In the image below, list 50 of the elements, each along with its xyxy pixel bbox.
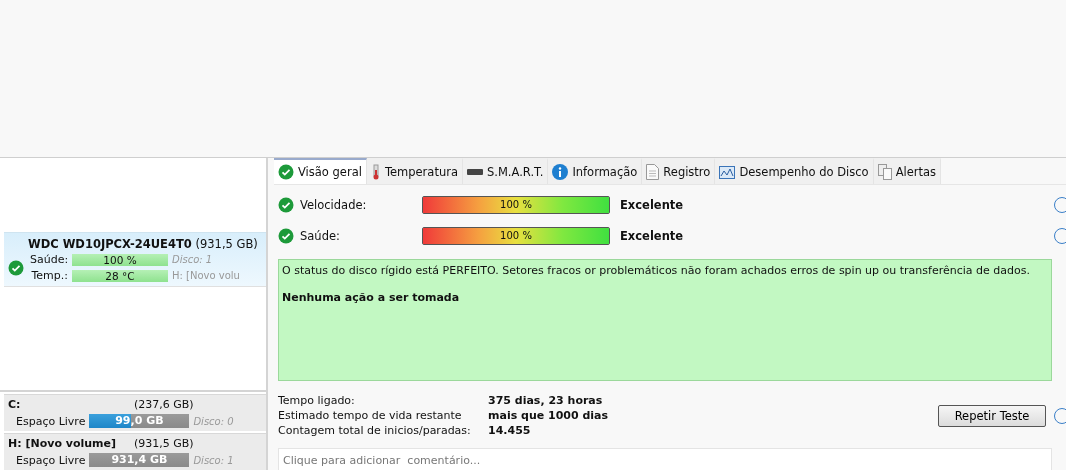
drive-icon [466,169,483,175]
metric-reading: 28 °C [104,269,136,282]
retest-button[interactable]: Repetir Teste [938,404,1046,427]
chart-icon [719,165,736,179]
disk-card[interactable]: WDC WD10JPCX-24UE4T0 (931,5 GB) Saúde: 100 % Disco: 1 Temp.: 28 °C H: [Novo volu [4,232,266,287]
free-space-label: Espaço Livre [16,414,86,428]
volume-card[interactable]: H: [Novo volume] (931,5 GB) Espaço Livre 931,4 GB Disco: 1 [4,433,266,470]
document-icon [646,164,660,180]
side-note: H: [Novo volu [172,270,240,281]
info-value: 14.455 [488,423,532,438]
rating-label: Saúde: [300,228,341,243]
thermometer-icon [370,164,381,180]
info-value: mais que 1000 dias [488,408,610,423]
tab[interactable]: Alertas [873,158,942,184]
rating-verdict: Excelente [620,228,685,243]
metric-reading: 100 % [102,253,138,266]
rating-reading: 100 % [499,228,533,243]
info-value: 375 dias, 23 horas [488,393,604,408]
info-label: Estimado tempo de vida restante [278,408,463,423]
status-action: Nenhuma ação a ser tomada [282,291,461,304]
side-note: Disco: 1 [172,254,213,265]
tab[interactable]: S.M.A.R.T. [462,158,549,184]
comment-field[interactable]: Clique para adicionar comentário... [278,448,1052,470]
volume-name: C: [8,398,22,411]
metric-label: Saúde: [30,253,68,266]
status-text: O status do disco rígido está PERFEITO. Setores fracos or problemáticos não foram achados erros de spin up ou transferência de dados. [282,264,1031,277]
disk-title: WDC WD10JPCX-24UE4T0 (931,5 GB) [27,237,259,251]
check-icon [278,164,294,180]
tab[interactable]: Desempenho do Disco [715,158,874,184]
rating-label: Velocidade: [300,197,368,212]
tab[interactable]: Registro [642,158,716,184]
info-label: Contagem total de inicios/paradas: [278,423,472,438]
rating-reading: 100 % [499,197,533,212]
volume-size: (237,6 GB) [134,398,194,411]
volume-card[interactable]: C: (237,6 GB) Espaço Livre 99,0 GB Disco: 0 [4,394,266,431]
pages-icon [877,164,892,180]
info-icon [552,164,569,180]
tab[interactable]: Visão geral [274,158,367,184]
tab[interactable]: Informação [548,158,643,184]
disk-number: Disco: 0 [193,415,234,427]
free-space-reading: 931,4 GB [110,453,169,467]
rating-verdict: Excelente [620,197,685,212]
volume-size: (931,5 GB) [134,437,194,450]
free-space-reading: 99,0 GB [114,414,165,428]
volume-name: H: [Novo volume] [8,437,118,450]
free-space-label: Espaço Livre [16,453,86,467]
disk-number: Disco: 1 [193,454,234,466]
tab[interactable]: Temperatura [366,158,463,184]
info-label: Tempo ligado: [278,393,356,408]
metric-label: Temp.: [30,269,68,282]
